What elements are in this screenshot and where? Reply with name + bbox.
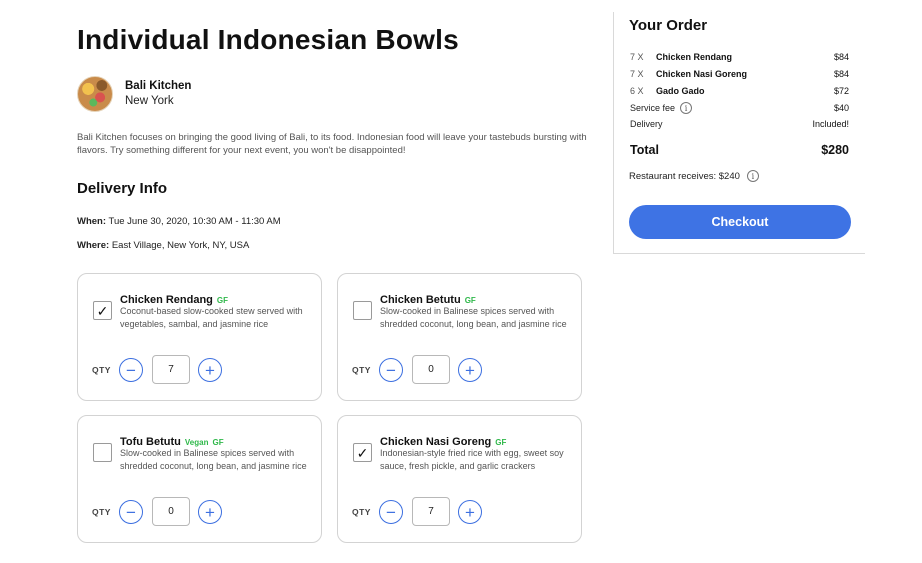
increase-qty-button[interactable]: +: [198, 358, 222, 382]
gf-tag: GF: [495, 438, 507, 447]
vegan-tag: Vegan: [184, 438, 209, 447]
total-value: $280: [821, 143, 849, 157]
restaurant-info: Bali Kitchen New York: [77, 76, 191, 112]
dish-checkbox[interactable]: [353, 301, 372, 320]
delivery-where: Where: East Village, New York, NY, USA: [77, 240, 249, 251]
increase-qty-button[interactable]: +: [458, 358, 482, 382]
page-title: Individual Indonesian Bowls: [77, 24, 459, 55]
qty-input[interactable]: 0: [412, 355, 450, 384]
dish-description: Indonesian-style fried rice with egg, sw…: [380, 448, 564, 471]
order-item: 7 X Chicken Nasi Goreng $84: [630, 69, 849, 79]
delivery-row: Delivery Included!: [630, 119, 849, 129]
dish-card-chicken-rendang[interactable]: ✓ Chicken Rendang GF Coconut-based slow-c…: [77, 273, 322, 401]
restaurant-description: Bali Kitchen focuses on bringing the goo…: [77, 132, 587, 156]
dish-description: Coconut-based slow-cooked stew served wi…: [120, 306, 303, 329]
qty-input[interactable]: 7: [152, 355, 190, 384]
order-item-qty: 7 X: [630, 52, 644, 62]
info-icon[interactable]: i: [746, 170, 759, 182]
delivery-value: Included!: [812, 119, 849, 129]
decrease-qty-button[interactable]: −: [379, 500, 403, 524]
order-item-name: Chicken Rendang: [656, 52, 733, 62]
info-icon[interactable]: i: [680, 102, 693, 114]
total-label: Total: [630, 143, 659, 157]
restaurant-receives: Restaurant receives: $240 i: [629, 170, 759, 182]
qty-input[interactable]: 0: [152, 497, 190, 526]
order-title: Your Order: [629, 17, 708, 34]
dish-checkbox[interactable]: ✓: [93, 301, 112, 320]
order-item: 7 X Chicken Rendang $84: [630, 52, 849, 62]
qty-label: QTY: [352, 507, 371, 517]
decrease-qty-button[interactable]: −: [379, 358, 403, 382]
dish-card-tofu-betutu[interactable]: Tofu Betutu Vegan GF Slow-cooked in Baline…: [77, 415, 322, 543]
dish-card-chicken-betutu[interactable]: Chicken Betutu GF Slow-cooked in Balinese…: [337, 273, 582, 401]
service-fee-value: $40: [833, 103, 849, 113]
delivery-when: When: Tue June 30, 2020, 10:30 AM - 11:3…: [77, 216, 281, 227]
where-value: East Village, New York, NY, USA: [111, 240, 250, 251]
qty-label: QTY: [92, 507, 111, 517]
delivery-info-heading: Delivery Info: [77, 180, 168, 197]
page: Individual Indonesian Bowls Bali Kitchen…: [0, 0, 922, 563]
order-item: 6 X Gado Gado $72: [630, 86, 849, 96]
service-fee-label: Service fee: [630, 103, 676, 113]
checkout-button[interactable]: Checkout: [629, 205, 851, 239]
order-item-name: Gado Gado: [656, 86, 705, 96]
dish-checkbox[interactable]: [93, 443, 112, 462]
restaurant-avatar: [77, 76, 113, 112]
when-label: When:: [77, 216, 107, 227]
restaurant-name[interactable]: Bali Kitchen: [125, 79, 191, 94]
order-item-qty: 7 X: [630, 69, 644, 79]
qty-label: QTY: [92, 365, 111, 375]
order-summary-panel: Your Order 7 X Chicken Rendang $84 7 X C…: [613, 12, 865, 254]
restaurant-city: New York: [125, 95, 174, 107]
gf-tag: GF: [464, 296, 476, 305]
total-row: Total $280: [630, 143, 849, 157]
delivery-label: Delivery: [630, 119, 663, 129]
qty-label: QTY: [352, 365, 371, 375]
order-item-name: Chicken Nasi Goreng: [656, 69, 748, 79]
decrease-qty-button[interactable]: −: [119, 500, 143, 524]
qty-input[interactable]: 7: [412, 497, 450, 526]
order-item-price: $72: [833, 86, 849, 96]
when-value: Tue June 30, 2020, 10:30 AM - 11:30 AM: [108, 216, 281, 227]
dish-description: Slow-cooked in Balinese spices served wi…: [380, 306, 567, 329]
order-item-qty: 6 X: [630, 86, 644, 96]
restaurant-receives-text: Restaurant receives: $240: [629, 170, 740, 182]
order-item-price: $84: [833, 69, 849, 79]
dish-checkbox[interactable]: ✓: [353, 443, 372, 462]
service-fee-row: Service fee i $40: [630, 102, 849, 114]
increase-qty-button[interactable]: +: [458, 500, 482, 524]
where-label: Where:: [77, 240, 110, 251]
dish-card-chicken-nasi-goreng[interactable]: ✓ Chicken Nasi Goreng GF Indonesian-style…: [337, 415, 582, 543]
gf-tag: GF: [212, 438, 224, 447]
decrease-qty-button[interactable]: −: [119, 358, 143, 382]
dish-description: Slow-cooked in Balinese spices served wi…: [120, 448, 307, 471]
order-item-price: $84: [833, 52, 849, 62]
gf-tag: GF: [216, 296, 229, 305]
increase-qty-button[interactable]: +: [198, 500, 222, 524]
